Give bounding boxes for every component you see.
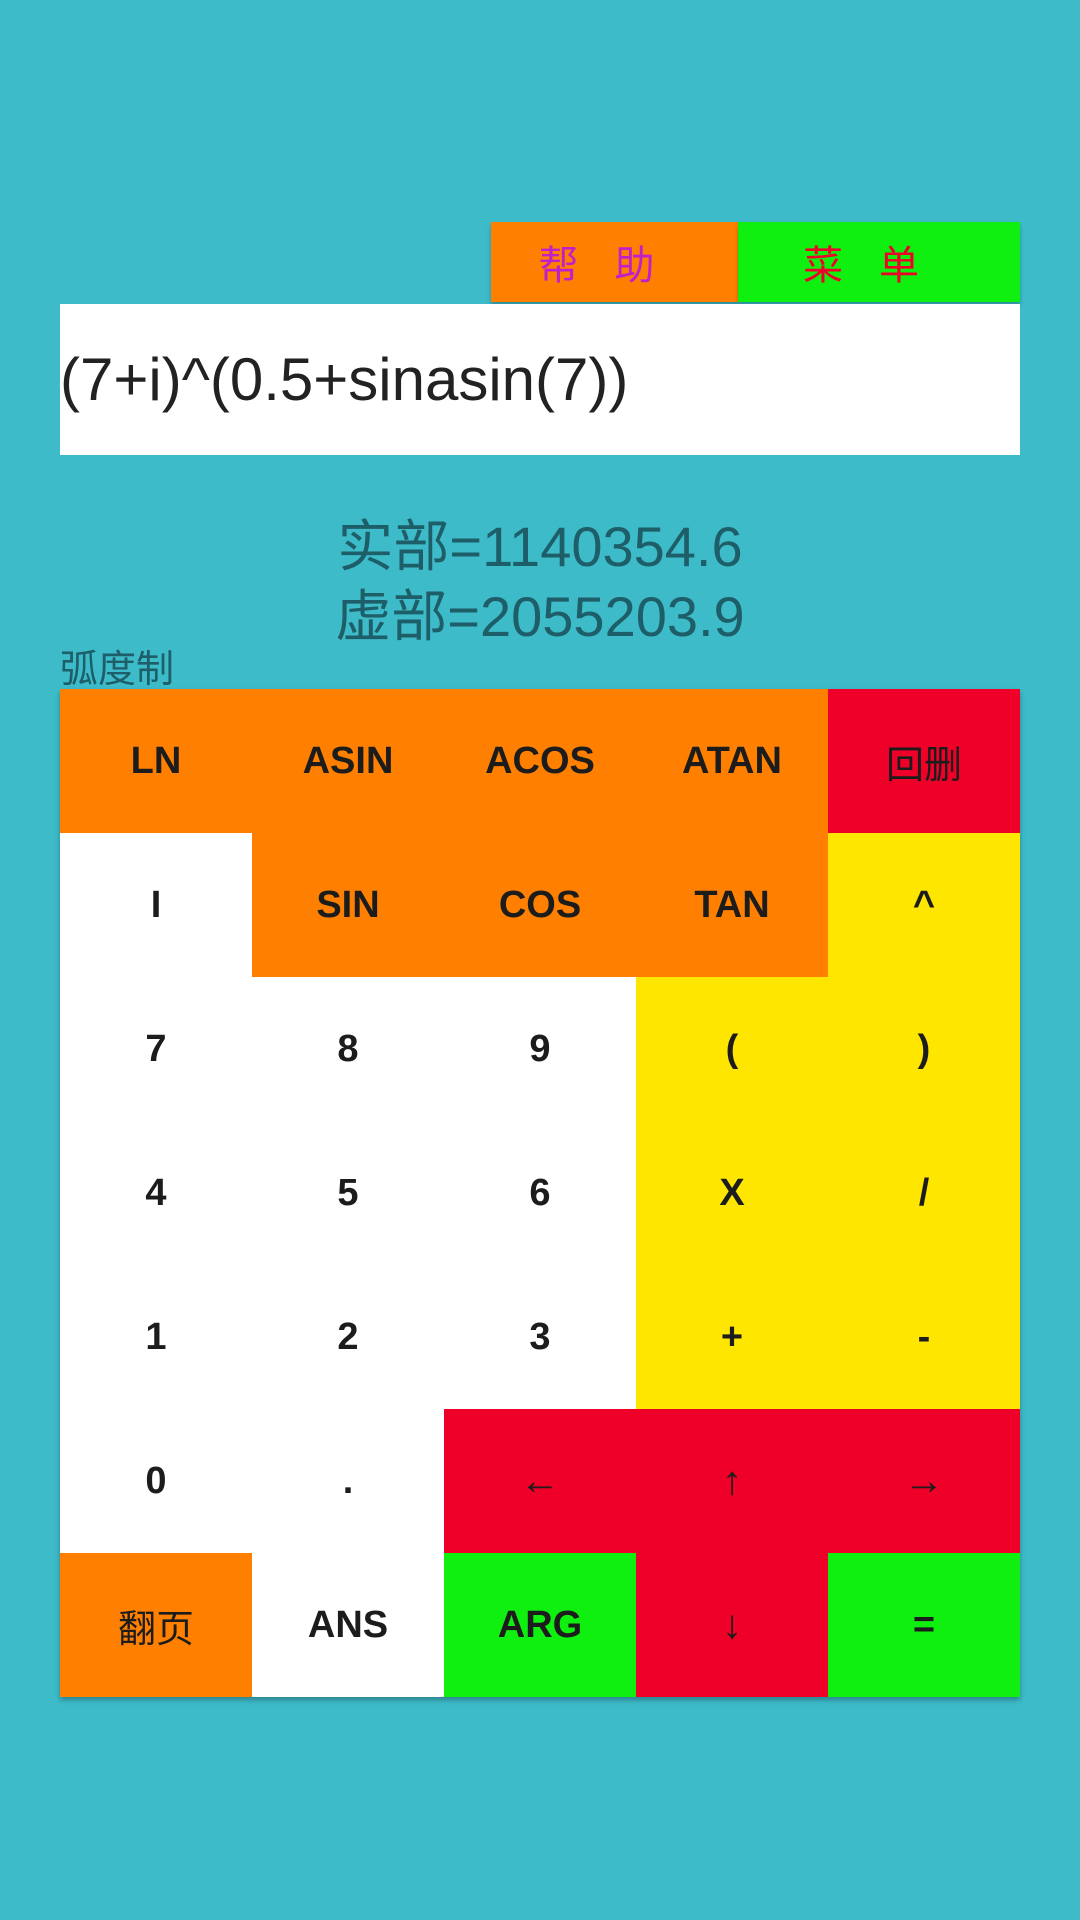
key-acos[interactable]: ACOS bbox=[444, 689, 636, 833]
key-up-arrow[interactable]: ↑ bbox=[636, 1409, 828, 1553]
key-arg[interactable]: ARG bbox=[444, 1553, 636, 1697]
key-0[interactable]: 0 bbox=[60, 1409, 252, 1553]
result-real-part: 实部=1140354.6 bbox=[337, 515, 743, 578]
key-cos[interactable]: COS bbox=[444, 833, 636, 977]
key-tan[interactable]: TAN bbox=[636, 833, 828, 977]
key-left-arrow[interactable]: ← bbox=[444, 1409, 636, 1553]
key-ans[interactable]: ANS bbox=[252, 1553, 444, 1697]
key-divide[interactable]: / bbox=[828, 1121, 1020, 1265]
key-ln[interactable]: LN bbox=[60, 689, 252, 833]
key-minus[interactable]: - bbox=[828, 1265, 1020, 1409]
angle-mode-label: 弧度制 bbox=[60, 649, 175, 691]
keypad: LN ASIN ACOS ATAN 回删 I SIN COS TAN ^ 7 8 9() 4 5 6 X/ 1 2 3… bbox=[60, 689, 1020, 1697]
help-button[interactable]: 帮助 bbox=[491, 222, 738, 302]
key-3[interactable]: 3 bbox=[444, 1265, 636, 1409]
key-6[interactable]: 6 bbox=[444, 1121, 636, 1265]
key-atan[interactable]: ATAN bbox=[636, 689, 828, 833]
key-4[interactable]: 4 bbox=[60, 1121, 252, 1265]
key-open-paren[interactable]: ( bbox=[636, 977, 828, 1121]
key-power[interactable]: ^ bbox=[828, 833, 1020, 977]
key-9[interactable]: 9 bbox=[444, 977, 636, 1121]
key-close-paren[interactable]: ) bbox=[828, 977, 1020, 1121]
key-8[interactable]: 8 bbox=[252, 977, 444, 1121]
key-down-arrow[interactable]: ↓ bbox=[636, 1553, 828, 1697]
key-sin[interactable]: SIN bbox=[252, 833, 444, 977]
key-equals[interactable]: = bbox=[828, 1553, 1020, 1697]
key-7[interactable]: 7 bbox=[60, 977, 252, 1121]
key-multiply[interactable]: X bbox=[636, 1121, 828, 1265]
key-decimal[interactable]: . bbox=[252, 1409, 444, 1553]
key-plus[interactable]: + bbox=[636, 1265, 828, 1409]
key-backspace[interactable]: 回删 bbox=[828, 689, 1020, 833]
key-2[interactable]: 2 bbox=[252, 1265, 444, 1409]
menu-button[interactable]: 菜单 bbox=[738, 222, 1020, 302]
key-5[interactable]: 5 bbox=[252, 1121, 444, 1265]
key-right-arrow[interactable]: → bbox=[828, 1409, 1020, 1553]
key-i[interactable]: I bbox=[60, 833, 252, 977]
expression-input[interactable]: (7+i)^(0.5+sinasin(7)) bbox=[60, 304, 1020, 455]
key-page-turn[interactable]: 翻页 bbox=[60, 1553, 252, 1697]
key-asin[interactable]: ASIN bbox=[252, 689, 444, 833]
key-1[interactable]: 1 bbox=[60, 1265, 252, 1409]
